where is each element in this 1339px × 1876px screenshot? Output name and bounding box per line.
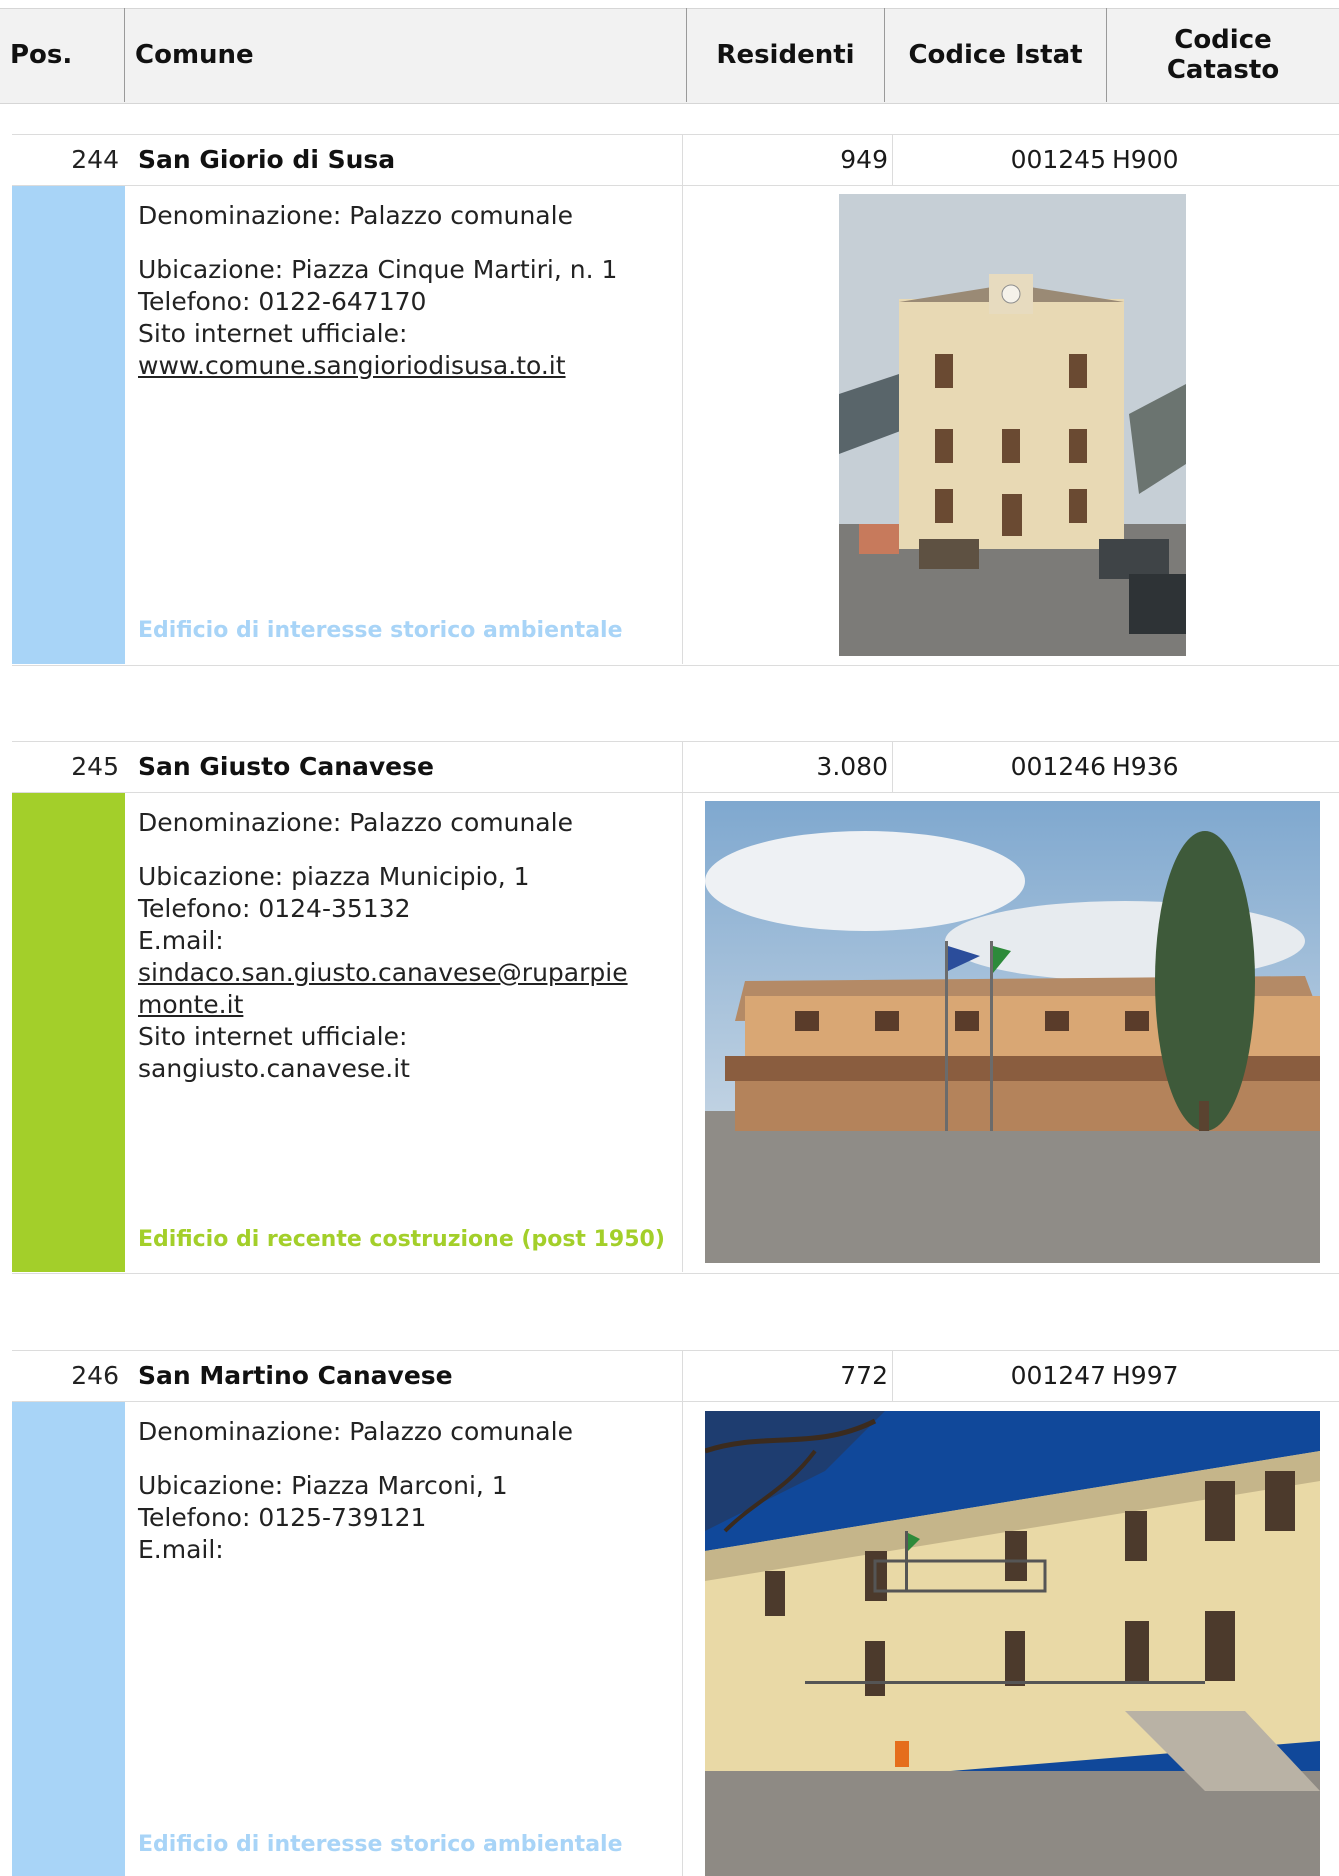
header-catasto-line1: Codice	[1174, 25, 1272, 55]
telefono: Telefono: 0124-35132	[138, 894, 411, 923]
ubicazione: Ubicazione: piazza Municipio, 1	[138, 862, 530, 891]
header-pos: Pos.	[10, 40, 73, 70]
sito-label: Sito internet ufficiale:	[138, 319, 408, 348]
entry-header-row: 244 San Giorio di Susa 949 001245 H900	[12, 134, 1339, 186]
entry-body: Denominazione: Palazzo comunale Ubicazio…	[12, 793, 1339, 1274]
email-link[interactable]: sindaco.san.giusto.canavese@ruparpie	[138, 958, 628, 987]
table-header: Pos. Comune Residenti Codice Istat Codic…	[0, 0, 1339, 110]
entry-header-row: 246 San Martino Canavese 772 001247 H997	[12, 1350, 1339, 1402]
istat-code: 001247	[1010, 1361, 1106, 1390]
sito-link[interactable]: www.comune.sangioriodisusa.to.it	[138, 351, 566, 380]
divider	[682, 742, 683, 792]
header-istat: Codice Istat	[884, 8, 1106, 102]
entry-info: Denominazione: Palazzo comunale Ubicazio…	[138, 807, 678, 1085]
istat-code: 001246	[1010, 752, 1106, 781]
email-label: E.mail:	[138, 1535, 224, 1564]
building-photo	[705, 1411, 1320, 1876]
entry-info: Denominazione: Palazzo comunale Ubicazio…	[138, 200, 678, 382]
divider	[682, 186, 683, 664]
telefono: Telefono: 0125-739121	[138, 1503, 427, 1532]
building-photo	[705, 801, 1320, 1263]
position-number: 246	[71, 1361, 119, 1390]
building-photo	[839, 194, 1186, 656]
photo-palazzo-san-martino	[705, 1411, 1320, 1876]
category-label: Edificio di recente costruzione (post 19…	[138, 1227, 665, 1252]
comune-name: San Martino Canavese	[138, 1361, 453, 1390]
header-catasto: Codice Catasto	[1106, 8, 1339, 102]
category-label: Edificio di interesse storico ambientale	[138, 618, 623, 643]
category-label: Edificio di interesse storico ambientale	[138, 1832, 623, 1857]
residenti-value: 3.080	[816, 752, 888, 781]
photo-palazzo-san-giorio	[839, 194, 1186, 656]
entry-245: 245 San Giusto Canavese 3.080 001246 H93…	[12, 741, 1339, 1274]
entry-body: Denominazione: Palazzo comunale Ubicazio…	[12, 1402, 1339, 1876]
divider	[682, 793, 683, 1272]
residenti-value: 949	[840, 145, 888, 174]
denominazione: Denominazione: Palazzo comunale	[138, 1417, 573, 1446]
catasto-code: H900	[1112, 145, 1179, 174]
divider	[682, 1402, 683, 1876]
residenti-value: 772	[840, 1361, 888, 1390]
comune-name: San Giusto Canavese	[138, 752, 434, 781]
ubicazione: Ubicazione: Piazza Marconi, 1	[138, 1471, 508, 1500]
sito-label: Sito internet ufficiale:	[138, 1022, 408, 1051]
sito-text: sangiusto.canavese.it	[138, 1054, 410, 1083]
header-comune: Comune	[124, 8, 686, 102]
divider	[682, 1351, 683, 1401]
entry-body: Denominazione: Palazzo comunale Ubicazio…	[12, 186, 1339, 666]
header-catasto-line2: Catasto	[1166, 55, 1280, 85]
ubicazione: Ubicazione: Piazza Cinque Martiri, n. 1	[138, 255, 618, 284]
divider	[682, 135, 683, 185]
catasto-code: H936	[1112, 752, 1179, 781]
position-number: 244	[71, 145, 119, 174]
telefono: Telefono: 0122-647170	[138, 287, 427, 316]
istat-code: 001245	[1010, 145, 1106, 174]
email-label: E.mail:	[138, 926, 224, 955]
position-number: 245	[71, 752, 119, 781]
page: Pos. Comune Residenti Codice Istat Codic…	[0, 0, 1339, 1876]
denominazione: Denominazione: Palazzo comunale	[138, 808, 573, 837]
comune-name: San Giorio di Susa	[138, 145, 396, 174]
entry-header-row: 245 San Giusto Canavese 3.080 001246 H93…	[12, 741, 1339, 793]
entry-246: 246 San Martino Canavese 772 001247 H997…	[12, 1350, 1339, 1876]
email-link-continued[interactable]: monte.it	[138, 990, 243, 1019]
photo-palazzo-san-giusto	[705, 801, 1320, 1263]
catasto-code: H997	[1112, 1361, 1179, 1390]
entry-244: 244 San Giorio di Susa 949 001245 H900 D…	[12, 134, 1339, 666]
denominazione: Denominazione: Palazzo comunale	[138, 201, 573, 230]
entry-info: Denominazione: Palazzo comunale Ubicazio…	[138, 1416, 678, 1566]
header-residenti: Residenti	[686, 8, 884, 102]
